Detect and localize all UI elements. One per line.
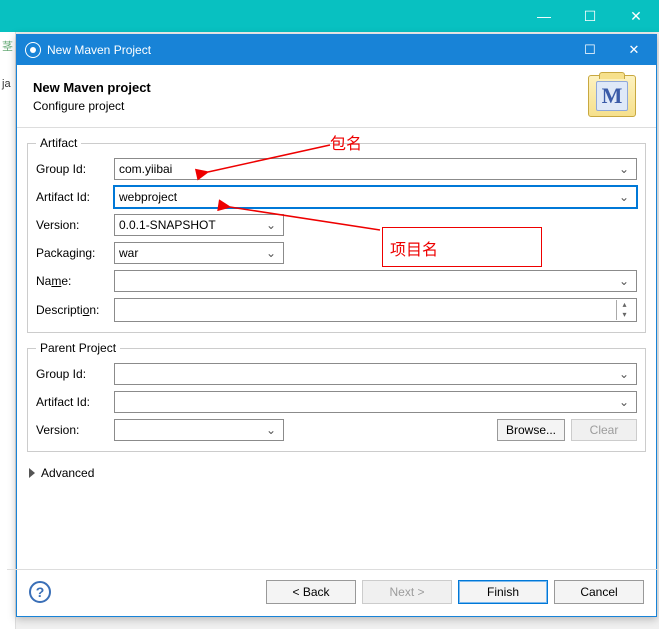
group-id-combo[interactable]: com.yiibai⌄ [114,158,637,180]
dialog-maximize-button[interactable]: ☐ [568,35,612,65]
parent-version-combo[interactable]: ⌄ [114,419,284,441]
chevron-down-icon: ⌄ [616,395,632,409]
annotation-package-name: 包名 [330,130,362,154]
chevron-down-icon: ⌄ [263,246,279,260]
spinner-up-icon[interactable]: ▴ [617,300,632,310]
parent-artifact-id-label: Artifact Id: [36,395,114,409]
parent-version-label: Version: [36,423,114,437]
name-combo[interactable]: ⌄ [114,270,637,292]
chevron-down-icon: ⌄ [616,274,632,288]
parent-artifact-id-combo[interactable]: ⌄ [114,391,637,413]
wizard-banner: New Maven project Configure project M [17,65,656,128]
name-label: Name: [36,274,114,288]
chevron-down-icon: ⌄ [263,423,279,437]
dialog-footer: ? < Back Next > Finish Cancel [17,570,656,616]
advanced-label: Advanced [41,466,94,480]
chevron-down-icon: ⌄ [616,190,632,204]
annotation-box [382,227,542,267]
artifact-id-combo[interactable]: webproject⌄ [114,186,637,208]
chevron-down-icon: ⌄ [616,367,632,381]
editor-gutter: 茎 ja [0,32,16,629]
dialog-titlebar[interactable]: New Maven Project ☐ ✕ [17,35,656,65]
parent-project-group: Parent Project Group Id: ⌄ Artifact Id: … [27,341,646,452]
new-maven-project-dialog: New Maven Project ☐ ✕ New Maven project … [16,34,657,617]
chevron-down-icon: ⌄ [616,162,632,176]
back-button[interactable]: < Back [266,580,356,604]
cancel-button[interactable]: Cancel [554,580,644,604]
packaging-label: Packaging: [36,246,114,260]
browse-button[interactable]: Browse... [497,419,565,441]
gutter-text: 茎 [2,38,13,54]
parent-legend: Parent Project [36,341,120,355]
spinner-down-icon[interactable]: ▾ [617,310,632,320]
parent-group-id-label: Group Id: [36,367,114,381]
gutter-text: ja [2,78,11,90]
parent-close-button[interactable]: ✕ [613,0,659,32]
parent-window-titlebar: — ☐ ✕ [0,0,659,32]
artifact-id-label: Artifact Id: [36,190,114,204]
triangle-right-icon [29,468,35,478]
packaging-combo[interactable]: war⌄ [114,242,284,264]
banner-subtitle: Configure project [33,99,588,113]
dialog-title: New Maven Project [47,43,568,57]
parent-minimize-button[interactable]: — [521,0,567,32]
banner-title: New Maven project [33,80,588,95]
version-combo[interactable]: 0.0.1-SNAPSHOT⌄ [114,214,284,236]
help-button[interactable]: ? [29,581,51,603]
artifact-group: Artifact Group Id: com.yiibai⌄ Artifact … [27,136,646,333]
artifact-legend: Artifact [36,136,81,150]
clear-button[interactable]: Clear [571,419,637,441]
maven-folder-icon: M [588,75,636,117]
group-id-label: Group Id: [36,162,114,176]
next-button[interactable]: Next > [362,580,452,604]
dialog-close-button[interactable]: ✕ [612,35,656,65]
eclipse-icon [25,42,41,58]
advanced-expander[interactable]: Advanced [27,460,646,486]
finish-button[interactable]: Finish [458,580,548,604]
parent-maximize-button[interactable]: ☐ [567,0,613,32]
description-input[interactable]: ▴▾ [114,298,637,322]
description-label: Description: [36,303,114,317]
parent-group-id-combo[interactable]: ⌄ [114,363,637,385]
chevron-down-icon: ⌄ [263,218,279,232]
version-label: Version: [36,218,114,232]
